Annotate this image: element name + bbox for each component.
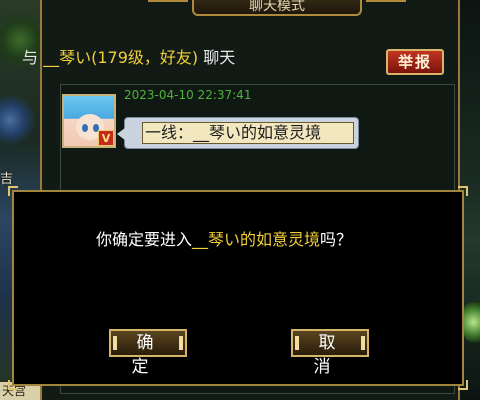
vip-badge-icon: V	[98, 130, 114, 146]
chat-header-prefix: 与	[22, 48, 44, 67]
dialog-text-before: 你确定要进入	[96, 230, 193, 249]
confirm-button[interactable]: 确定	[109, 329, 187, 377]
chat-peer-name[interactable]: __琴い(179级，好友)	[43, 48, 198, 67]
side-orb-icon[interactable]	[464, 302, 480, 342]
message-timestamp: 2023-04-10 22:37:41	[124, 88, 252, 102]
dialog-message: 你确定要进入__琴い的如意灵境吗？	[96, 226, 352, 250]
message-bubble: 一线：__琴い的如意灵境	[117, 117, 359, 149]
dialog-text-after: 吗？	[320, 230, 353, 249]
chat-header: 与 __琴い(179级，好友) 聊天	[22, 44, 434, 68]
cancel-button[interactable]: 取消	[291, 329, 369, 377]
dialog-corner-ornament	[458, 186, 468, 196]
chat-window-title: 聊天模式	[148, 0, 406, 16]
dialog-highlight: __琴い的如意灵境	[192, 230, 321, 249]
chat-header-suffix: 聊天	[198, 48, 236, 67]
avatar-eye-left	[82, 124, 88, 132]
dialog-corner-ornament	[458, 380, 468, 390]
report-button[interactable]: 举报	[386, 49, 444, 75]
dialog-corner-ornament	[8, 186, 18, 196]
confirm-dialog: 你确定要进入__琴い的如意灵境吗？ 确定 取消	[8, 186, 468, 390]
message-link-text[interactable]: 一线：__琴い的如意灵境	[142, 122, 354, 144]
sender-avatar[interactable]: V	[62, 94, 116, 148]
dialog-corner-ornament	[8, 380, 18, 390]
scenery-side-text: 吉	[0, 172, 14, 187]
